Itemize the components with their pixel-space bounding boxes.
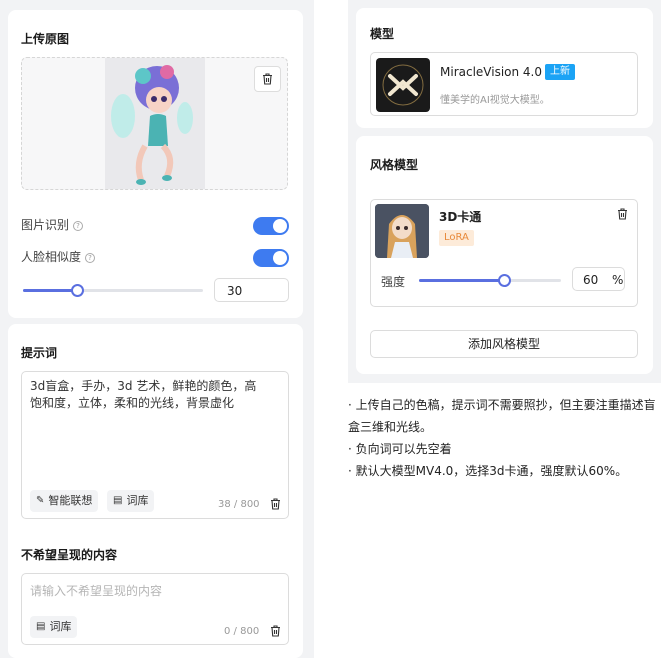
help-icon: ?	[73, 221, 84, 231]
strength-value: 60	[583, 273, 599, 287]
model-logo	[382, 64, 424, 106]
strength-label: 强度	[381, 275, 406, 289]
face-similarity-toggle[interactable]	[253, 249, 289, 267]
book-icon: ▤	[36, 621, 46, 632]
strength-input[interactable]: 60 %	[572, 267, 625, 291]
negative-lexicon-button[interactable]: ▤ 词库	[30, 616, 78, 638]
note-3: · 默认大模型MV4.0，选择3d卡通，强度默认60%。	[348, 464, 628, 478]
prompt-lexicon-button[interactable]: ▤ 词库	[107, 490, 155, 512]
style-model-name: 3D卡通	[439, 210, 482, 224]
strength-slider[interactable]	[419, 273, 561, 287]
negative-textarea[interactable]: 请输入不希望呈现的内容 ▤ 词库 0 / 800	[21, 573, 289, 645]
negative-title: 不希望呈现的内容	[21, 548, 118, 562]
slider-fill	[23, 289, 77, 292]
slider-thumb[interactable]	[71, 284, 84, 297]
model-description: 懂美学的AI视觉大模型。	[440, 95, 550, 106]
slider-thumb[interactable]	[498, 274, 511, 287]
model-name: MiracleVision 4.0	[440, 65, 542, 79]
note-2: · 负向词可以先空着	[348, 442, 452, 456]
help-icon: ?	[85, 253, 96, 263]
style-model-card: 风格模型 3D卡通 LoRA 强度 60 % 添加风格模型	[356, 136, 653, 374]
slider-fill	[419, 279, 504, 282]
model-title: 模型	[370, 27, 395, 41]
image-recognition-label: 图片识别?	[21, 216, 84, 233]
lora-tag: LoRA	[439, 230, 474, 246]
note-1: · 上传自己的色稿，提示词不需要照抄，但主要注重描述盲盒三维和光线。	[348, 398, 656, 434]
prompt-lexicon-label: 词库	[126, 494, 149, 507]
add-style-model-button[interactable]: 添加风格模型	[370, 330, 638, 358]
image-recognition-toggle[interactable]	[253, 217, 289, 235]
add-style-model-label: 添加风格模型	[467, 337, 540, 351]
model-thumbnail	[376, 58, 430, 112]
style-preview-image	[375, 204, 429, 258]
prompt-card: 提示词 3d盲盒，手办，3d 艺术，鲜艳的颜色，高饱和度，立体，柔和的光线，背景…	[8, 324, 303, 658]
smart-assoc-button[interactable]: ✎ 智能联想	[30, 490, 99, 512]
uploaded-image	[105, 58, 205, 189]
face-similarity-slider[interactable]	[23, 283, 203, 297]
trash-icon[interactable]	[270, 625, 281, 637]
prompt-title: 提示词	[21, 346, 58, 360]
upload-dropzone[interactable]	[21, 57, 288, 190]
figure-illustration	[111, 65, 193, 185]
negative-placeholder: 请输入不希望呈现的内容	[30, 584, 163, 598]
delete-image-button[interactable]	[254, 66, 281, 92]
style-model-item[interactable]: 3D卡通 LoRA 强度 60 %	[370, 199, 638, 307]
upload-title: 上传原图	[21, 32, 70, 46]
style-model-title: 风格模型	[370, 158, 419, 172]
model-card: 模型 MiracleVision 4.0 上新 懂美学的AI视觉大模型。	[356, 8, 653, 128]
magic-wand-icon: ✎	[36, 495, 45, 506]
book-icon: ▤	[113, 495, 123, 506]
style-model-thumbnail	[375, 204, 429, 258]
trash-icon	[263, 73, 272, 85]
trash-icon[interactable]	[617, 208, 628, 220]
face-similarity-value: 30	[227, 284, 243, 298]
strength-unit: %	[612, 273, 624, 287]
negative-counter: 0 / 800	[224, 626, 260, 637]
smart-assoc-label: 智能联想	[48, 494, 93, 507]
negative-lexicon-label: 词库	[49, 620, 72, 633]
model-new-badge: 上新	[545, 64, 575, 80]
trash-icon[interactable]	[270, 498, 281, 510]
prompt-counter: 38 / 800	[218, 499, 260, 510]
upload-card: 上传原图 图片识别? 人脸相似度 ? 30	[8, 10, 303, 318]
prompt-text: 3d盲盒，手办，3d 艺术，鲜艳的颜色，高饱和度，立体，柔和的光线，背景虚化	[30, 379, 257, 410]
face-similarity-input[interactable]: 30	[214, 278, 289, 302]
model-selector[interactable]: MiracleVision 4.0 上新 懂美学的AI视觉大模型。	[370, 52, 638, 116]
face-similarity-label: 人脸相似度?	[21, 248, 96, 265]
prompt-textarea[interactable]: 3d盲盒，手办，3d 艺术，鲜艳的颜色，高饱和度，立体，柔和的光线，背景虚化 ✎…	[21, 371, 289, 519]
